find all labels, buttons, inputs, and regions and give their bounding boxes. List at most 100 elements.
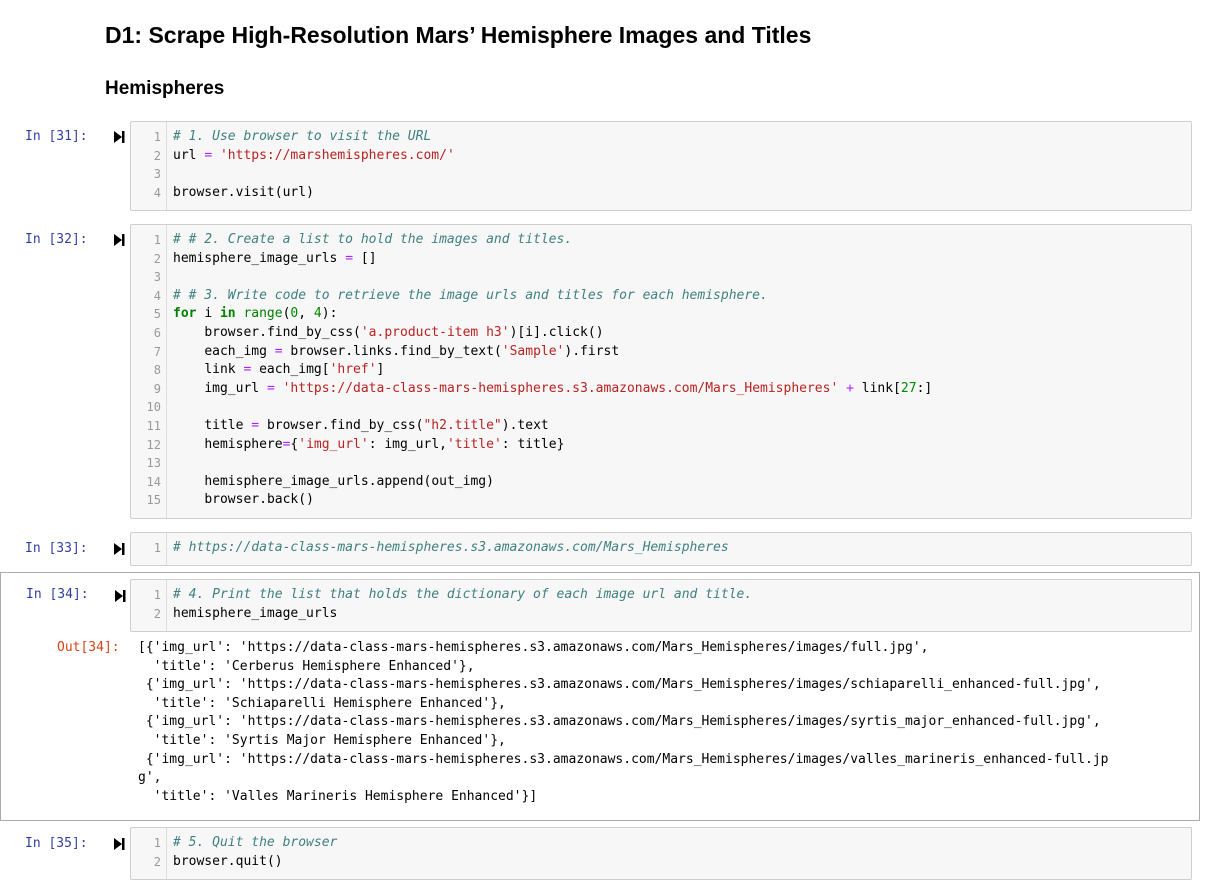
run-cell-icon[interactable] [113,130,125,144]
run-cell-icon[interactable] [113,233,125,247]
code-cell[interactable]: In [31]: 1 # 1. Use browser to visit the … [0,121,1200,211]
code-token: . [572,343,581,359]
code-token: in [219,306,236,322]
output-prompt: Out[34]: [57,640,120,655]
input-prompt: In [35]: [25,836,88,851]
line-number: 5 [153,307,161,322]
code-lines: 1 # # 2. Create a list to hold the images… [131,225,1191,514]
code-token: : [501,436,510,452]
input-prompt: In [33]: [25,541,88,556]
code-line: 15 browser.back() [131,491,1191,510]
code-text: hemisphere={'img_url': img_url,'title': … [173,436,564,455]
code-line: 10 [131,398,1191,417]
code-token: each_img [259,362,322,378]
line-number: 2 [153,148,161,163]
code-token: link [204,362,236,378]
code-text: link = each_img['href'] [173,361,384,380]
code-cell[interactable]: In [35]: 1 # 5. Quit the browser 2 browser.… [0,827,1200,880]
code-editor[interactable]: 1 # # 2. Create a list to hold the images… [130,224,1192,519]
code-line: 1 # 5. Quit the browser [131,834,1191,853]
run-cell-icon[interactable] [113,542,125,556]
code-token: = [204,147,213,163]
output-line: 'title': 'Schiaparelli Hemisphere Enhanc… [138,695,506,711]
code-line: 2 hemisphere_image_urls [131,605,1191,624]
code-line: 2 browser.quit() [131,853,1191,872]
code-token: hemisphere_image_urls [173,250,338,266]
code-text: browser.quit() [173,853,283,872]
code-token: ) [486,473,494,489]
code-token: # https://data-class-mars-hemispheres.s3… [173,540,729,555]
cell-output: [{'img_url': 'https://data-class-mars-he… [138,639,1193,806]
code-token: links [353,343,393,359]
code-token: = [266,380,275,396]
code-token: link [861,380,894,396]
code-token: , [298,306,307,322]
code-text: # 4. Print the list that holds the dicti… [173,586,752,605]
code-lines: 1 # 1. Use browser to visit the URL 2 url =… [131,122,1191,206]
code-token: . [392,343,401,359]
code-text: # # 3. Write code to retrieve the image … [173,287,768,306]
code-token: ) [501,417,510,433]
line-number: 6 [153,325,161,340]
code-token: img_url [384,436,440,452]
code-line: 12 hemisphere={'img_url': img_url,'title… [131,436,1191,455]
code-token: i [204,306,213,322]
code-line: 8 link = each_img['href'] [131,361,1191,380]
code-cell[interactable]: In [33]: 1 # https://data-class-mars-hemi… [0,532,1200,566]
run-cell-icon[interactable] [113,837,125,851]
code-token: first [580,343,620,359]
code-token: 4 [313,306,322,322]
code-token: ) [306,184,314,200]
code-token: : [329,306,338,322]
code-token: url [282,184,307,200]
code-editor[interactable]: 1 # https://data-class-mars-hemispheres.s… [130,532,1192,566]
code-text: # 1. Use browser to visit the URL [173,128,431,147]
code-text: hemisphere_image_urls = [] [173,250,377,269]
code-text: hemisphere_image_urls [173,605,337,624]
code-token: [ [360,250,369,266]
run-cell-icon[interactable] [114,589,126,603]
code-line: 4 browser.visit(url) [131,184,1191,203]
code-token: out_img [431,473,487,489]
code-token: # 1. Use browser to visit the URL [173,129,432,144]
code-token: ( [274,184,283,200]
code-token: + [846,380,854,396]
line-number: 13 [146,456,161,471]
output-line: {'img_url': 'https://data-class-mars-hem… [138,751,1109,767]
code-token: } [556,436,565,452]
line-number: 3 [153,270,161,285]
code-line: 3 [131,165,1191,184]
code-token: . [368,473,377,489]
section-heading: Hemispheres [105,78,225,99]
code-token: . [259,324,267,340]
code-editor[interactable]: 1 # 4. Print the list that holds the dict… [130,579,1192,632]
code-token: ] [368,250,377,266]
code-cell[interactable]: In [32]: 1 # # 2. Create a list to hold t… [0,224,1200,519]
line-number: 3 [153,167,161,182]
code-line: 5 for i in range(0, 4): [131,305,1191,324]
code-text: browser.find_by_css('a.product-item h3')… [173,324,603,343]
code-editor[interactable]: 1 # 1. Use browser to visit the URL 2 url =… [130,121,1192,211]
code-line: 4 # # 3. Write code to retrieve the image… [131,287,1191,306]
code-editor[interactable]: 1 # 5. Quit the browser 2 browser.quit() [130,827,1192,880]
input-prompt: In [34]: [26,587,89,602]
selected-code-cell[interactable]: In [34]: 1 # 4. Print the list that holds… [0,572,1200,821]
code-token: browser [266,417,322,433]
code-token: back [266,492,299,508]
code-token: 'Sample' [501,343,565,359]
code-token: . [259,492,267,508]
code-token: 'href' [329,362,377,378]
code-token: browser [290,343,346,359]
code-token: click [548,324,588,340]
code-token: ) [274,853,283,869]
code-lines: 1 # 4. Print the list that holds the dict… [131,580,1191,627]
